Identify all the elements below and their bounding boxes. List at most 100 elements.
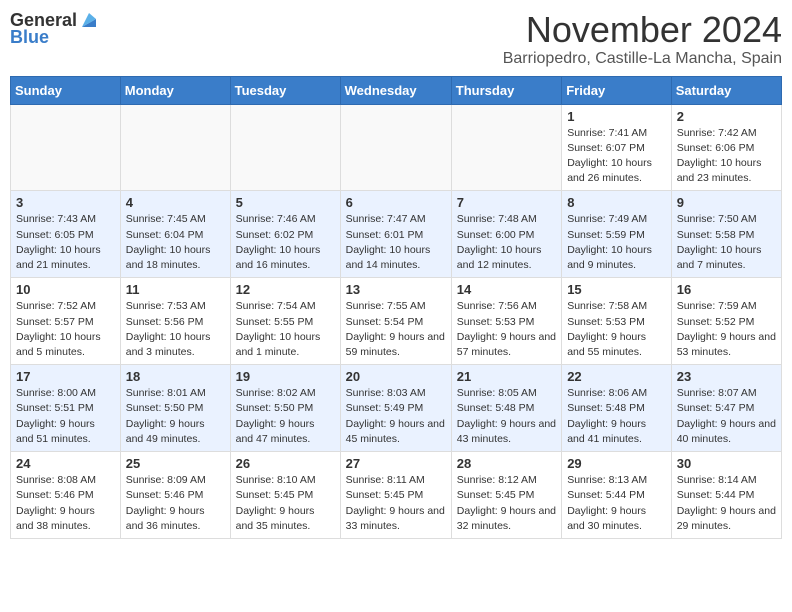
day-number: 18 (126, 369, 225, 384)
day-info: Sunrise: 7:59 AM Sunset: 5:52 PM Dayligh… (677, 299, 776, 360)
day-info: Sunrise: 7:58 AM Sunset: 5:53 PM Dayligh… (567, 299, 666, 360)
logo: General Blue (10, 10, 100, 48)
calendar-week-row: 10Sunrise: 7:52 AM Sunset: 5:57 PM Dayli… (11, 278, 782, 365)
day-number: 14 (457, 282, 556, 297)
day-number: 26 (236, 456, 335, 471)
calendar-day-cell: 17 Sunrise: 8:00 AM Sunset: 5:51 PM Dayli… (11, 365, 121, 452)
day-number: 5 (236, 195, 335, 210)
day-number: 6 (346, 195, 446, 210)
calendar-day-cell: 26 Sunrise: 8:10 AM Sunset: 5:45 PM Dayli… (230, 452, 340, 539)
day-number: 11 (126, 282, 225, 297)
day-info: Sunrise: 7:53 AM Sunset: 5:56 PM Dayligh… (126, 299, 225, 360)
day-info: Sunrise: 7:45 AM Sunset: 6:04 PM Dayligh… (126, 212, 225, 273)
calendar-day-cell (230, 104, 340, 191)
day-number: 8 (567, 195, 666, 210)
calendar-day-cell: 15Sunrise: 7:58 AM Sunset: 5:53 PM Dayli… (562, 278, 672, 365)
calendar-day-cell: 10Sunrise: 7:52 AM Sunset: 5:57 PM Dayli… (11, 278, 121, 365)
day-info: Sunrise: 8:01 AM Sunset: 5:50 PM Dayligh… (126, 386, 225, 447)
logo-blue-text: Blue (10, 27, 49, 48)
day-info: Sunrise: 7:42 AM Sunset: 6:06 PM Dayligh… (677, 126, 776, 187)
calendar-day-cell: 29 Sunrise: 8:13 AM Sunset: 5:44 PM Dayli… (562, 452, 672, 539)
day-number: 9 (677, 195, 776, 210)
weekday-header: Friday (562, 76, 672, 104)
day-number: 30 (677, 456, 776, 471)
day-number: 23 (677, 369, 776, 384)
weekday-header: Thursday (451, 76, 561, 104)
day-number: 12 (236, 282, 335, 297)
day-number: 25 (126, 456, 225, 471)
calendar-header-row: SundayMondayTuesdayWednesdayThursdayFrid… (11, 76, 782, 104)
day-info: Sunrise: 7:43 AM Sunset: 6:05 PM Dayligh… (16, 212, 115, 273)
day-number: 21 (457, 369, 556, 384)
calendar-day-cell: 21 Sunrise: 8:05 AM Sunset: 5:48 PM Dayli… (451, 365, 561, 452)
day-info: Sunrise: 8:07 AM Sunset: 5:47 PM Dayligh… (677, 386, 776, 447)
calendar-week-row: 3 Sunrise: 7:43 AM Sunset: 6:05 PM Daylig… (11, 191, 782, 278)
day-number: 24 (16, 456, 115, 471)
day-info: Sunrise: 8:09 AM Sunset: 5:46 PM Dayligh… (126, 473, 225, 534)
page-header: General Blue November 2024 Barriopedro, … (10, 10, 782, 68)
day-info: Sunrise: 8:13 AM Sunset: 5:44 PM Dayligh… (567, 473, 666, 534)
day-number: 17 (16, 369, 115, 384)
calendar-day-cell: 25 Sunrise: 8:09 AM Sunset: 5:46 PM Dayli… (120, 452, 230, 539)
day-info: Sunrise: 7:47 AM Sunset: 6:01 PM Dayligh… (346, 212, 446, 273)
weekday-header: Monday (120, 76, 230, 104)
logo-icon (78, 9, 100, 31)
day-info: Sunrise: 8:11 AM Sunset: 5:45 PM Dayligh… (346, 473, 446, 534)
day-number: 16 (677, 282, 776, 297)
day-number: 7 (457, 195, 556, 210)
calendar-day-cell: 14 Sunrise: 7:56 AM Sunset: 5:53 PM Dayli… (451, 278, 561, 365)
title-section: November 2024 Barriopedro, Castille-La M… (503, 10, 782, 68)
calendar-day-cell: 30 Sunrise: 8:14 AM Sunset: 5:44 PM Dayli… (671, 452, 781, 539)
day-info: Sunrise: 8:05 AM Sunset: 5:48 PM Dayligh… (457, 386, 556, 447)
calendar-day-cell: 7 Sunrise: 7:48 AM Sunset: 6:00 PM Daylig… (451, 191, 561, 278)
day-number: 22 (567, 369, 666, 384)
weekday-header: Tuesday (230, 76, 340, 104)
day-info: Sunrise: 8:14 AM Sunset: 5:44 PM Dayligh… (677, 473, 776, 534)
calendar-day-cell (120, 104, 230, 191)
location-title: Barriopedro, Castille-La Mancha, Spain (503, 50, 782, 68)
day-info: Sunrise: 7:52 AM Sunset: 5:57 PM Dayligh… (16, 299, 115, 360)
calendar-day-cell: 28Sunrise: 8:12 AM Sunset: 5:45 PM Dayli… (451, 452, 561, 539)
day-info: Sunrise: 7:54 AM Sunset: 5:55 PM Dayligh… (236, 299, 335, 360)
calendar-week-row: 1 Sunrise: 7:41 AM Sunset: 6:07 PM Daylig… (11, 104, 782, 191)
calendar-day-cell: 4 Sunrise: 7:45 AM Sunset: 6:04 PM Daylig… (120, 191, 230, 278)
weekday-header: Saturday (671, 76, 781, 104)
day-info: Sunrise: 7:56 AM Sunset: 5:53 PM Dayligh… (457, 299, 556, 360)
day-info: Sunrise: 7:48 AM Sunset: 6:00 PM Dayligh… (457, 212, 556, 273)
day-number: 2 (677, 109, 776, 124)
day-number: 19 (236, 369, 335, 384)
calendar-day-cell: 6 Sunrise: 7:47 AM Sunset: 6:01 PM Daylig… (340, 191, 451, 278)
calendar-day-cell (340, 104, 451, 191)
calendar-day-cell: 3 Sunrise: 7:43 AM Sunset: 6:05 PM Daylig… (11, 191, 121, 278)
day-info: Sunrise: 8:03 AM Sunset: 5:49 PM Dayligh… (346, 386, 446, 447)
day-info: Sunrise: 7:49 AM Sunset: 5:59 PM Dayligh… (567, 212, 666, 273)
day-info: Sunrise: 8:06 AM Sunset: 5:48 PM Dayligh… (567, 386, 666, 447)
calendar-day-cell: 20 Sunrise: 8:03 AM Sunset: 5:49 PM Dayli… (340, 365, 451, 452)
day-info: Sunrise: 7:55 AM Sunset: 5:54 PM Dayligh… (346, 299, 446, 360)
calendar-day-cell: 27 Sunrise: 8:11 AM Sunset: 5:45 PM Dayli… (340, 452, 451, 539)
weekday-header: Wednesday (340, 76, 451, 104)
day-info: Sunrise: 7:46 AM Sunset: 6:02 PM Dayligh… (236, 212, 335, 273)
calendar-day-cell: 12 Sunrise: 7:54 AM Sunset: 5:55 PM Dayli… (230, 278, 340, 365)
calendar-day-cell: 9Sunrise: 7:50 AM Sunset: 5:58 PM Daylig… (671, 191, 781, 278)
day-info: Sunrise: 8:12 AM Sunset: 5:45 PM Dayligh… (457, 473, 556, 534)
calendar-day-cell: 2 Sunrise: 7:42 AM Sunset: 6:06 PM Daylig… (671, 104, 781, 191)
calendar-day-cell (451, 104, 561, 191)
calendar-day-cell: 8 Sunrise: 7:49 AM Sunset: 5:59 PM Daylig… (562, 191, 672, 278)
day-info: Sunrise: 8:00 AM Sunset: 5:51 PM Dayligh… (16, 386, 115, 447)
calendar-day-cell: 24Sunrise: 8:08 AM Sunset: 5:46 PM Dayli… (11, 452, 121, 539)
calendar-day-cell: 19Sunrise: 8:02 AM Sunset: 5:50 PM Dayli… (230, 365, 340, 452)
calendar-day-cell (11, 104, 121, 191)
day-info: Sunrise: 8:10 AM Sunset: 5:45 PM Dayligh… (236, 473, 335, 534)
day-number: 29 (567, 456, 666, 471)
calendar-day-cell: 13Sunrise: 7:55 AM Sunset: 5:54 PM Dayli… (340, 278, 451, 365)
day-number: 27 (346, 456, 446, 471)
day-info: Sunrise: 7:41 AM Sunset: 6:07 PM Dayligh… (567, 126, 666, 187)
day-number: 20 (346, 369, 446, 384)
calendar-week-row: 17 Sunrise: 8:00 AM Sunset: 5:51 PM Dayli… (11, 365, 782, 452)
day-number: 3 (16, 195, 115, 210)
calendar-day-cell: 22 Sunrise: 8:06 AM Sunset: 5:48 PM Dayli… (562, 365, 672, 452)
day-number: 4 (126, 195, 225, 210)
day-number: 1 (567, 109, 666, 124)
month-title: November 2024 (503, 10, 782, 50)
